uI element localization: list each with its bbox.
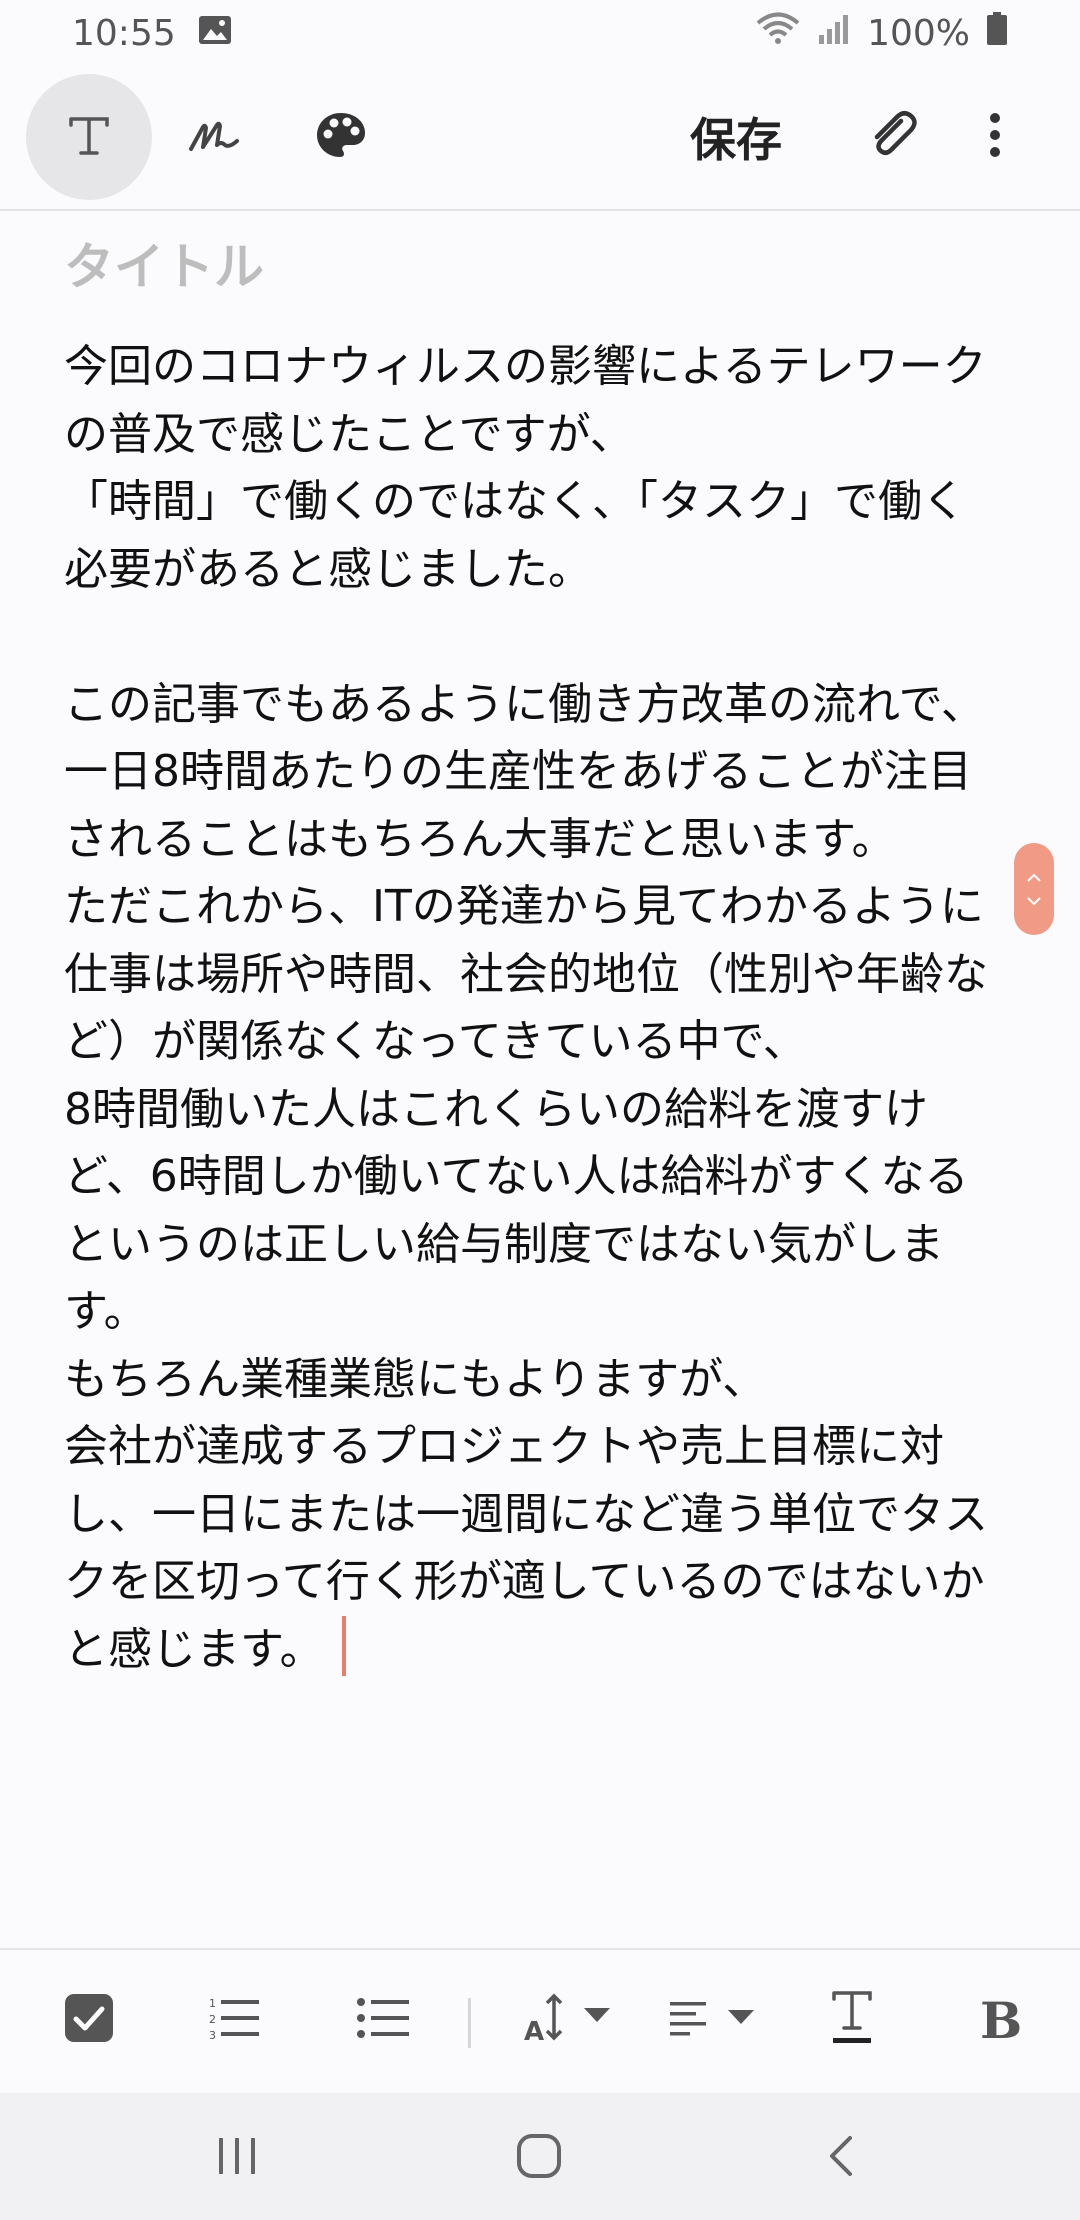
- paperclip-icon: [867, 109, 919, 165]
- wifi-icon: [755, 12, 801, 55]
- checkbox-icon: [63, 1992, 115, 2048]
- numbered-list-icon: 1 2 3: [209, 1995, 261, 2045]
- battery-percentage: 100%: [867, 12, 970, 54]
- editor-toolbar: 保存: [0, 66, 1080, 211]
- toolbar-divider: [468, 1998, 471, 2048]
- svg-text:B: B: [980, 1993, 1020, 2043]
- battery-icon: [986, 11, 1008, 55]
- palette-button[interactable]: [278, 74, 404, 200]
- status-time: 10:55: [72, 12, 176, 54]
- formatting-toolbar: 1 2 3 A B: [0, 1948, 1080, 2093]
- back-button[interactable]: [796, 2123, 886, 2193]
- bulleted-list-icon: [357, 1997, 409, 2043]
- checkbox-button[interactable]: [58, 1980, 120, 2060]
- bold-icon: B: [980, 1991, 1022, 2050]
- paragraph-align-button[interactable]: [668, 1980, 760, 2060]
- text-color-icon: [830, 1988, 874, 2052]
- text-cursor: [341, 1615, 346, 1676]
- note-editor[interactable]: タイトル 今回のコロナウィルスの影響によるテレワークの普及で感じたことですが、 …: [0, 213, 1080, 1948]
- svg-text:3: 3: [209, 2029, 216, 2041]
- bulleted-list-button[interactable]: [352, 1980, 414, 2060]
- font-size-button[interactable]: A: [522, 1980, 614, 2060]
- font-size-icon: A: [522, 1992, 614, 2048]
- text-icon: [65, 111, 113, 163]
- more-options-button[interactable]: [932, 74, 1058, 200]
- handwriting-icon: [187, 115, 243, 159]
- palette-icon: [314, 110, 368, 164]
- status-bar: 10:55 100%: [0, 0, 1080, 66]
- chevron-up-icon: [1026, 868, 1042, 887]
- home-icon: [516, 2133, 562, 2183]
- note-body-content: 今回のコロナウィルスの影響によるテレワークの普及で感じたことですが、 「時間」で…: [64, 341, 988, 1675]
- signal-icon: [817, 13, 851, 54]
- svg-text:1: 1: [209, 1997, 216, 2010]
- text-style-button[interactable]: [822, 1980, 882, 2060]
- svg-text:A: A: [524, 2017, 544, 2044]
- title-input[interactable]: タイトル: [64, 227, 264, 299]
- numbered-list-button[interactable]: 1 2 3: [204, 1980, 266, 2060]
- system-navigation-bar: [0, 2093, 1080, 2220]
- fast-scroll-handle[interactable]: [1014, 843, 1054, 935]
- more-vert-icon: [988, 111, 1002, 163]
- bold-button[interactable]: B: [970, 1980, 1030, 2060]
- svg-text:2: 2: [209, 2013, 216, 2026]
- note-body-text[interactable]: 今回のコロナウィルスの影響によるテレワークの普及で感じたことですが、 「時間」で…: [64, 333, 1004, 1683]
- back-icon: [826, 2134, 856, 2182]
- recent-apps-icon: [215, 2136, 259, 2180]
- chevron-down-icon: [1026, 891, 1042, 910]
- recent-apps-button[interactable]: [192, 2123, 282, 2193]
- handwriting-button[interactable]: [152, 74, 278, 200]
- image-notification-icon: [198, 13, 232, 54]
- align-left-icon: [668, 1998, 760, 2042]
- text-mode-button[interactable]: [26, 74, 152, 200]
- save-button[interactable]: 保存: [690, 102, 782, 172]
- home-button[interactable]: [494, 2123, 584, 2193]
